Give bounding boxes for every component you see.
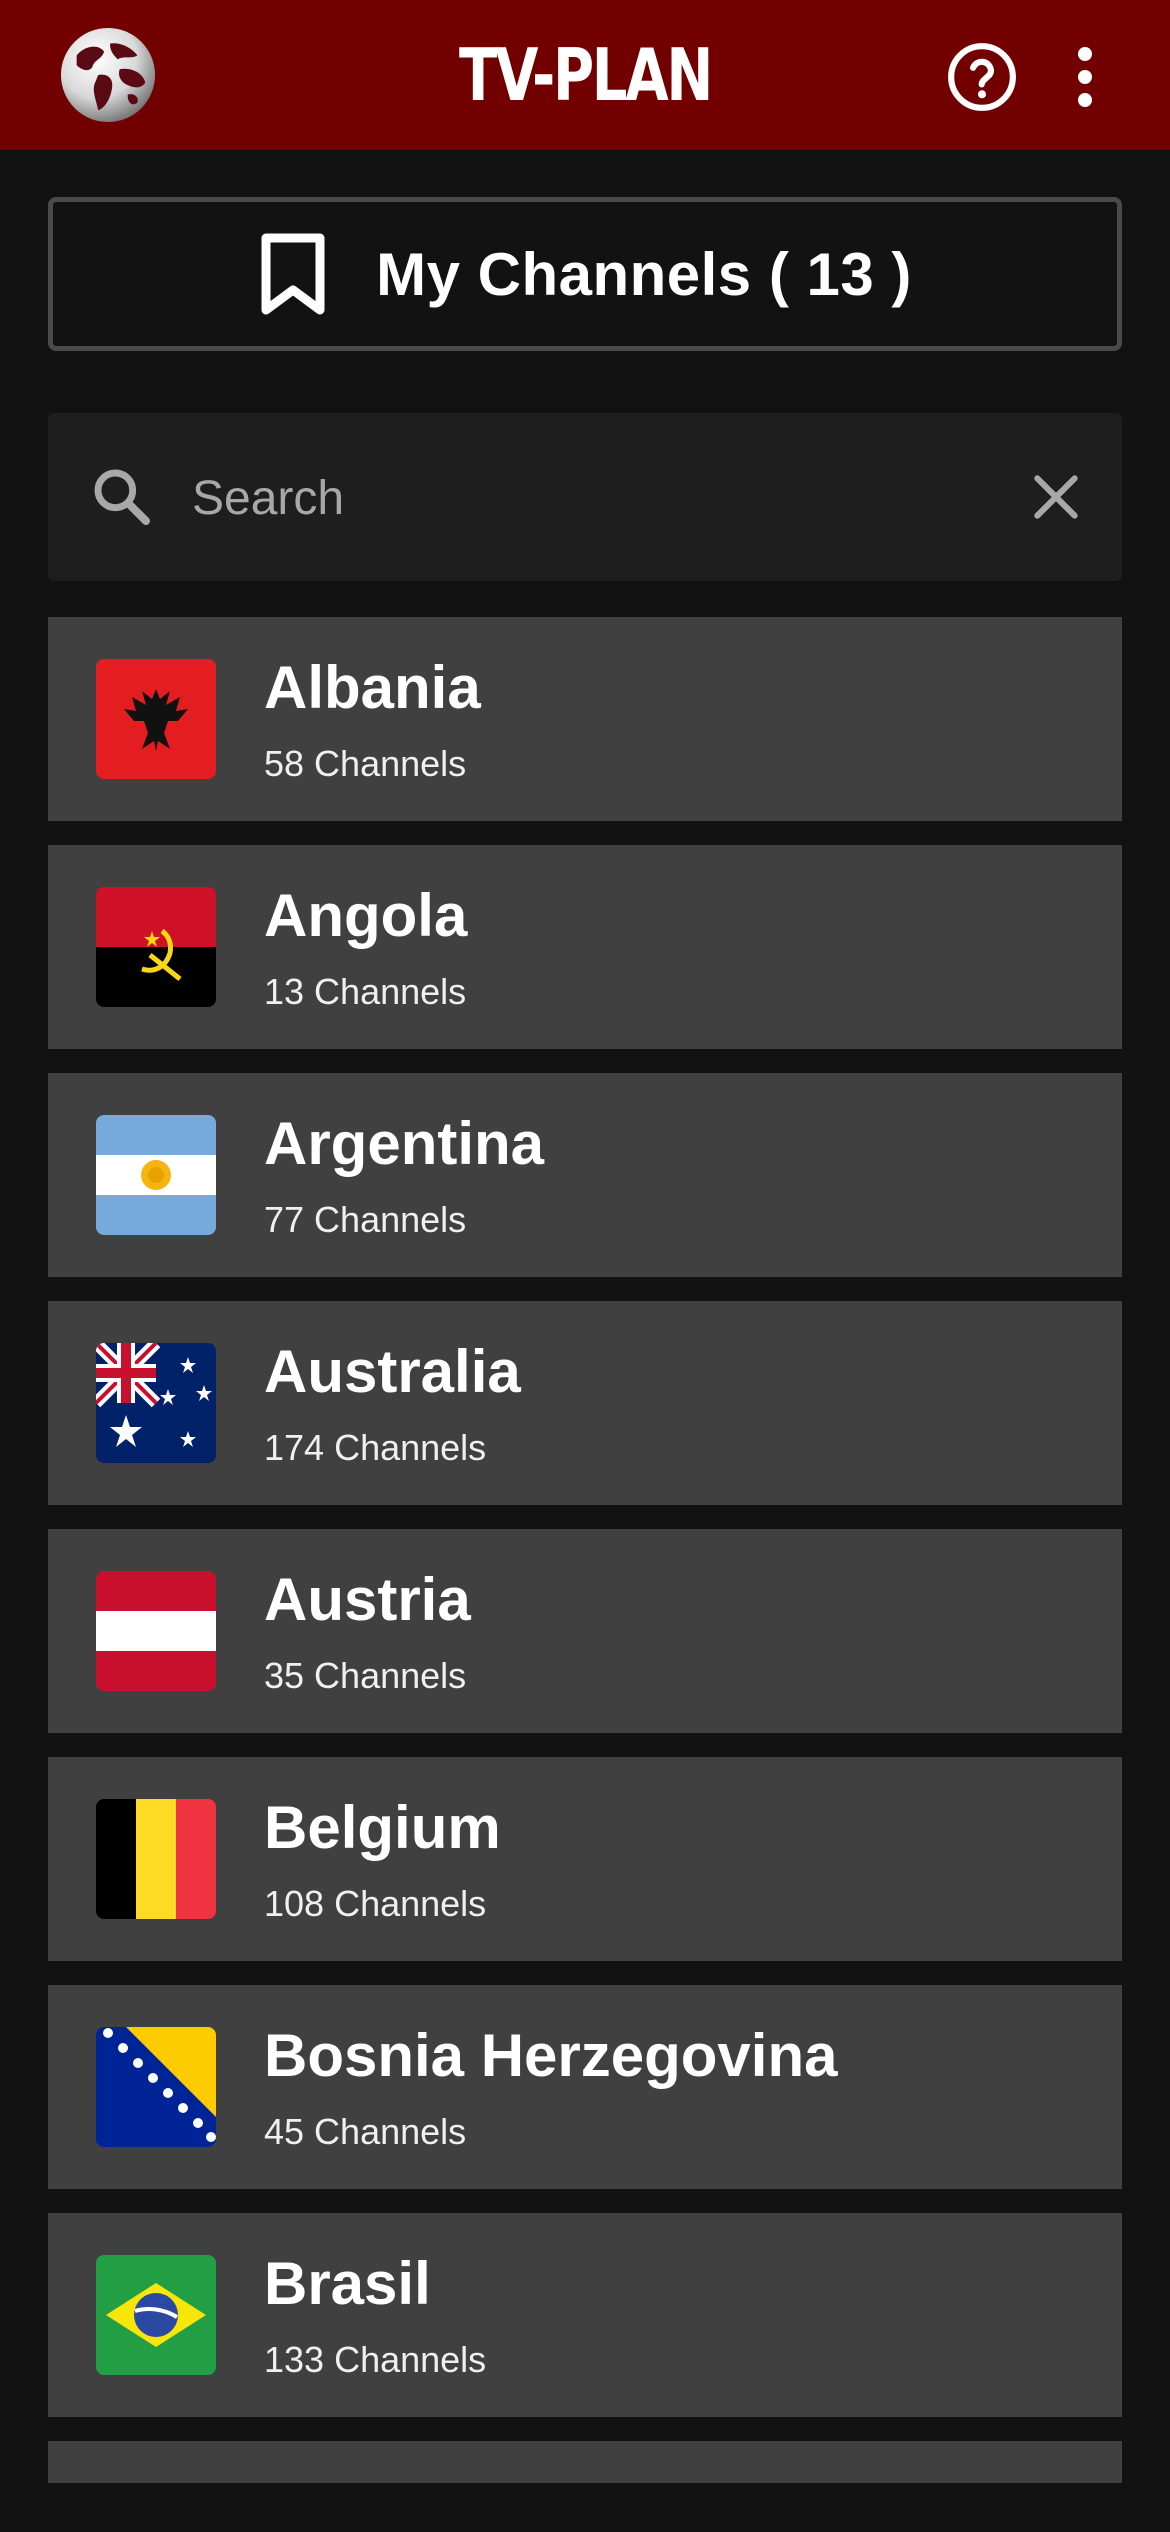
argentina-flag-icon [96,1115,216,1235]
channel-count: 45 Channels [264,2111,467,2152]
austria-flag-icon [96,1571,216,1691]
channel-count: 174 Channels [264,1427,487,1468]
more-vert-icon [1078,47,1092,107]
search-bar [48,413,1122,581]
country-name: Brasil [264,2250,431,2317]
list-item[interactable]: Brasil 133 Channels [48,2213,1122,2417]
more-options-button[interactable] [1060,40,1110,114]
country-name: Argentina [264,1110,545,1177]
app-bar: TV-PLAN [0,0,1170,150]
country-name: Angola [264,882,468,949]
search-icon [94,469,150,525]
angola-flag-icon [96,887,216,1007]
list-item[interactable] [48,2441,1122,2483]
list-item[interactable]: Belgium 108 Channels [48,1757,1122,1961]
help-circle-icon [948,43,1016,111]
list-item[interactable]: Albania 58 Channels [48,617,1122,821]
bookmark-icon [261,233,325,315]
channel-count: 77 Channels [264,1199,467,1240]
channel-count: 58 Channels [264,743,467,784]
country-list: Albania 58 Channels Angola 13 Channels A… [48,617,1122,2483]
country-name: Albania [264,654,481,721]
belgium-flag-icon [96,1799,216,1919]
albania-flag-icon [96,659,216,779]
country-name: Bosnia Herzegovina [264,2022,838,2089]
list-item[interactable]: Argentina 77 Channels [48,1073,1122,1277]
close-icon[interactable] [1028,469,1084,525]
country-name: Belgium [264,1794,501,1861]
list-item[interactable]: Australia 174 Channels [48,1301,1122,1505]
list-item[interactable]: Austria 35 Channels [48,1529,1122,1733]
channel-count: 133 Channels [264,2339,487,2380]
country-name: Australia [264,1338,521,1405]
list-item[interactable]: Bosnia Herzegovina 45 Channels [48,1985,1122,2189]
bosnia-flag-icon [96,2027,216,2147]
help-button[interactable] [945,40,1019,114]
list-item[interactable]: Angola 13 Channels [48,845,1122,1049]
channel-count: 13 Channels [264,971,467,1012]
my-channels-label: My Channels ( 13 ) [376,240,912,308]
brasil-flag-icon [96,2255,216,2375]
channel-count: 108 Channels [264,1883,487,1924]
search-input[interactable] [190,457,1014,539]
country-name: Austria [264,1566,471,1633]
channel-count: 35 Channels [264,1655,467,1696]
my-channels-button[interactable]: My Channels ( 13 ) [48,197,1122,351]
australia-flag-icon [96,1343,216,1463]
app-title: TV-PLAN [458,33,713,117]
